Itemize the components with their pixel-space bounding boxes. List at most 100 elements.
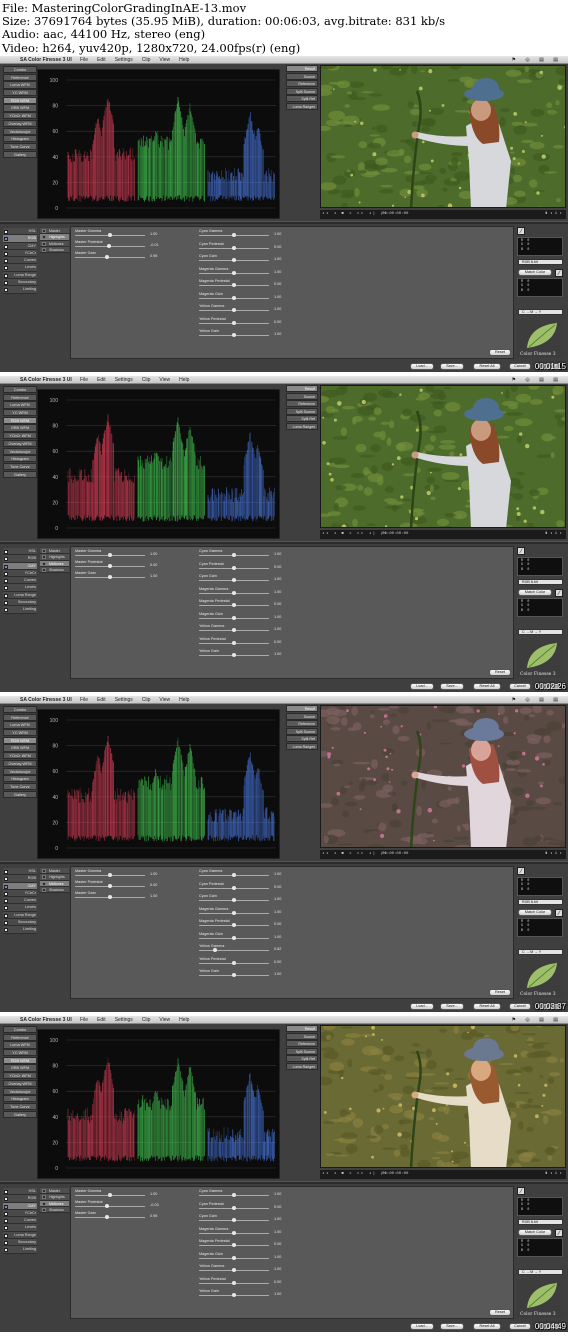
scope-nav-item[interactable]: YCbCr WFM bbox=[3, 432, 37, 440]
menu-help[interactable]: Help bbox=[179, 1017, 189, 1023]
tonal-range-item[interactable]: Shadows bbox=[40, 886, 69, 894]
slider-control[interactable]: Yellow Gain 1.00 bbox=[199, 1289, 289, 1299]
scope-nav-item[interactable]: YC WFM bbox=[3, 729, 37, 737]
menu-clip[interactable]: Clip bbox=[142, 1017, 151, 1023]
slider-knob[interactable] bbox=[232, 1255, 236, 1260]
slider-control[interactable]: Cyan Gamma 1.00 bbox=[199, 549, 289, 559]
slider-control[interactable]: Master Pedestal -0.03 bbox=[75, 1200, 165, 1210]
reset-button[interactable]: Reset bbox=[489, 669, 511, 676]
correction-item[interactable]: RGB bbox=[3, 235, 37, 243]
correction-checkbox[interactable] bbox=[4, 251, 8, 256]
correction-checkbox[interactable] bbox=[4, 593, 8, 598]
correction-item[interactable]: Limiting bbox=[3, 606, 37, 614]
slider-knob[interactable] bbox=[232, 653, 236, 657]
correction-checkbox[interactable] bbox=[4, 1226, 8, 1231]
correction-item[interactable]: Luma Range bbox=[3, 591, 37, 600]
correction-checkbox[interactable] bbox=[4, 1248, 8, 1253]
slider-knob[interactable] bbox=[232, 1205, 236, 1210]
slider-knob[interactable] bbox=[232, 1193, 236, 1197]
menu-help[interactable]: Help bbox=[179, 377, 189, 383]
eyedropper-icon[interactable]: ⁄ bbox=[517, 1187, 525, 1195]
scope-nav-item[interactable]: YCbCr WFM bbox=[3, 112, 37, 120]
slider-knob[interactable] bbox=[232, 578, 236, 582]
menu-clip[interactable]: Clip bbox=[142, 57, 151, 63]
menu-settings[interactable]: Settings bbox=[115, 57, 133, 63]
correction-item[interactable]: Secondary bbox=[3, 1239, 37, 1247]
view-nav-item[interactable]: Luma Ranges bbox=[286, 742, 318, 750]
correction-checkbox[interactable] bbox=[4, 586, 8, 591]
scope-nav-item[interactable]: Combo bbox=[3, 66, 37, 74]
zoom-control[interactable]: ▮ ◂ 1 ▸ bbox=[545, 210, 562, 219]
correction-item[interactable]: HSL bbox=[3, 228, 37, 236]
correction-checkbox[interactable] bbox=[4, 288, 8, 293]
menu-edit[interactable]: Edit bbox=[97, 1017, 106, 1023]
match-method-dropdown[interactable]: C → M → Y bbox=[518, 629, 563, 635]
load-button[interactable]: Load... bbox=[410, 683, 434, 690]
view-nav-item[interactable]: Reference bbox=[286, 80, 318, 87]
slider-knob[interactable] bbox=[108, 233, 112, 237]
zoom-control[interactable]: ▮ ◂ 1 ▸ bbox=[545, 850, 562, 859]
scope-nav-item[interactable]: Tone Curve bbox=[3, 142, 37, 151]
scope-nav-item[interactable]: RGB WFM bbox=[3, 736, 37, 744]
match-color-button[interactable]: Match Color bbox=[518, 269, 552, 276]
correction-checkbox[interactable] bbox=[4, 928, 8, 933]
menu-file[interactable]: File bbox=[80, 377, 88, 383]
view-nav-item[interactable]: Split Ref bbox=[286, 95, 318, 102]
slider-control[interactable]: Cyan Gain 1.00 bbox=[199, 894, 289, 904]
menu-edit[interactable]: Edit bbox=[97, 697, 106, 703]
save-button[interactable]: Save... bbox=[440, 683, 464, 690]
scope-nav-item[interactable]: Luma WFM bbox=[3, 1041, 37, 1049]
slider-control[interactable]: Magenta Pedestal 0.00 bbox=[199, 919, 289, 929]
scope-nav-item[interactable]: Overlay WFM bbox=[3, 119, 37, 127]
scope-nav-item[interactable]: YC WFM bbox=[3, 89, 37, 97]
slider-control[interactable]: Magenta Gain 1.00 bbox=[199, 612, 289, 622]
slider-knob[interactable] bbox=[232, 1243, 236, 1247]
scope-nav-item[interactable]: Gallery bbox=[3, 150, 37, 158]
scope-nav-item[interactable]: Gallery bbox=[3, 470, 37, 478]
view-nav-item[interactable]: Source bbox=[286, 1032, 318, 1040]
slider-knob[interactable] bbox=[232, 973, 236, 977]
slider-knob[interactable] bbox=[232, 590, 236, 595]
scope-nav-item[interactable]: Reference bbox=[3, 1033, 37, 1041]
scope-nav-item[interactable]: YCbCr WFM bbox=[3, 752, 37, 760]
slider-knob[interactable] bbox=[232, 320, 236, 325]
slider-knob[interactable] bbox=[232, 615, 236, 620]
correction-checkbox[interactable] bbox=[4, 237, 8, 242]
scope-nav-item[interactable]: Luma WFM bbox=[3, 721, 37, 729]
view-nav-item[interactable]: Split Source bbox=[286, 727, 318, 735]
slider-control[interactable]: Cyan Pedestal 0.00 bbox=[199, 882, 289, 892]
correction-item[interactable]: YCbCr bbox=[3, 569, 37, 578]
load-button[interactable]: Load... bbox=[410, 1003, 434, 1010]
correction-item[interactable]: Limiting bbox=[3, 926, 37, 934]
scope-nav-item[interactable]: Combo bbox=[3, 1026, 37, 1034]
correction-checkbox[interactable] bbox=[4, 906, 8, 911]
scope-nav-item[interactable]: Reference bbox=[3, 713, 37, 721]
correction-item[interactable]: Curves bbox=[3, 1217, 37, 1225]
slider-knob[interactable] bbox=[232, 308, 236, 312]
slider-control[interactable]: Yellow Gamma 1.00 bbox=[199, 304, 289, 314]
slider-control[interactable]: Cyan Pedestal 0.00 bbox=[199, 562, 289, 572]
color-space-dropdown[interactable]: RGB 8-bit bbox=[518, 579, 563, 585]
slider-control[interactable]: Cyan Gamma 1.00 bbox=[199, 869, 289, 879]
scope-nav-item[interactable]: Overlay WFM bbox=[3, 1079, 37, 1087]
slider-knob[interactable] bbox=[232, 245, 236, 250]
correction-item[interactable]: YCbCr bbox=[3, 1209, 37, 1218]
correction-checkbox[interactable] bbox=[4, 1204, 8, 1209]
correction-item[interactable]: Limiting bbox=[3, 1246, 37, 1254]
correction-item[interactable]: Levels bbox=[3, 584, 37, 592]
slider-knob[interactable] bbox=[232, 565, 236, 570]
slider-control[interactable]: Master Gamma 1.00 bbox=[75, 1189, 165, 1199]
correction-checkbox[interactable] bbox=[4, 608, 8, 613]
scope-nav-item[interactable]: YCbCr WFM bbox=[3, 1072, 37, 1080]
correction-item[interactable]: Curves bbox=[3, 897, 37, 905]
view-nav-item[interactable]: Source bbox=[286, 712, 318, 720]
slider-knob[interactable] bbox=[108, 553, 112, 557]
correction-item[interactable]: HSL bbox=[3, 1188, 37, 1196]
menu-edit[interactable]: Edit bbox=[97, 377, 106, 383]
correction-checkbox[interactable] bbox=[4, 913, 8, 918]
slider-control[interactable]: Magenta Gain 1.00 bbox=[199, 292, 289, 302]
slider-track[interactable] bbox=[75, 1217, 145, 1218]
menu-clip[interactable]: Clip bbox=[142, 697, 151, 703]
slider-knob[interactable] bbox=[232, 628, 236, 632]
view-nav-item[interactable]: Source bbox=[286, 72, 318, 80]
